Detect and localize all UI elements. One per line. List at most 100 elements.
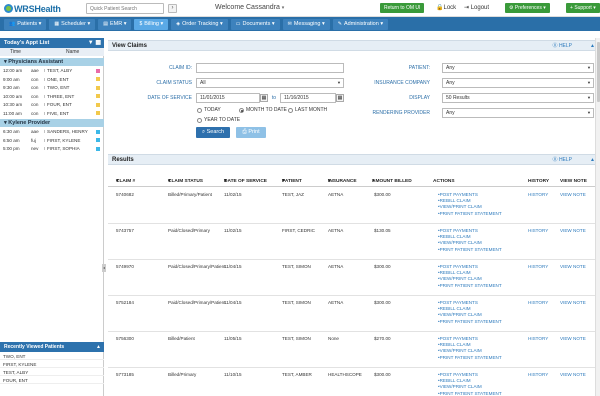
return-to-om-ui-button[interactable]: Return to OM UI: [380, 3, 425, 13]
claim-number[interactable]: 5752184: [116, 300, 134, 305]
appt-row[interactable]: 6:50 am fuj ⁝ FIRST, KYLENE: [0, 137, 104, 144]
calendar-icon[interactable]: ▦: [260, 94, 268, 102]
radio-today[interactable]: TODAY: [197, 107, 221, 113]
view-note-link[interactable]: VIEW NOTE: [560, 264, 586, 269]
action-link[interactable]: • PRINT PATIENT STATEMENT: [438, 211, 502, 217]
chevron-down-icon: ▾: [543, 5, 546, 11]
appt-type: aae: [31, 68, 39, 73]
claim-status: Paid/Closed/Primary/Patient: [168, 300, 226, 305]
search-button[interactable]: ⌕ Search: [196, 127, 230, 138]
app-logo[interactable]: WRSHealth: [4, 2, 61, 15]
claim-number[interactable]: 5743757: [116, 228, 134, 233]
recent-patient-item[interactable]: FIRST, KYLENE: [0, 361, 104, 368]
action-link[interactable]: • PRINT PATIENT STATEMENT: [438, 391, 502, 396]
support-button[interactable]: + Support ▾: [566, 3, 600, 13]
appt-patient-name[interactable]: ONE, ENT: [47, 76, 69, 83]
page-scrollbar[interactable]: [595, 38, 600, 396]
help-link[interactable]: ⓪ HELP: [553, 41, 572, 51]
nav-emr[interactable]: ▤ EMR ▾: [98, 18, 132, 30]
appt-time: 6:50 am: [3, 137, 20, 143]
logo-text: WRSHealth: [14, 3, 61, 14]
quick-search-go-button[interactable]: ›: [168, 4, 177, 13]
logout-button[interactable]: ⇥ Logout: [464, 4, 489, 11]
calendar-icon[interactable]: ▦: [95, 40, 101, 46]
claim-number[interactable]: 5773185: [116, 372, 134, 377]
appt-patient-name[interactable]: FIVE, ENT: [47, 110, 69, 117]
history-link[interactable]: HISTORY: [528, 336, 548, 341]
view-note-link[interactable]: VIEW NOTE: [560, 336, 586, 341]
date-to-input[interactable]: 11/16/2015: [280, 93, 336, 103]
nav-patients[interactable]: 👥 Patients ▾: [4, 18, 47, 30]
date-from-input[interactable]: 11/01/2015: [196, 93, 260, 103]
view-note-link[interactable]: VIEW NOTE: [560, 228, 586, 233]
view-note-link[interactable]: VIEW NOTE: [560, 372, 586, 377]
action-link[interactable]: • PRINT PATIENT STATEMENT: [438, 247, 502, 253]
provider-header[interactable]: ▾ Physicians Assistant: [0, 58, 104, 66]
appt-patient-name[interactable]: FIRST, SOPHIA: [47, 145, 80, 152]
claim-number[interactable]: 5749970: [116, 264, 134, 269]
sidebar-toggle-icon[interactable]: ◂: [102, 264, 106, 272]
provider-header[interactable]: ▾ Kylene Provider: [0, 119, 104, 127]
nav-scheduler[interactable]: ▦ Scheduler ▾: [49, 18, 96, 30]
appt-row[interactable]: 9:00 am con ⁝ ONE, ENT: [0, 76, 104, 83]
appt-patient-name[interactable]: TEST, ALBY: [47, 67, 72, 74]
history-link[interactable]: HISTORY: [528, 372, 548, 377]
insurance-company-select[interactable]: Any ▼: [442, 78, 594, 88]
appt-row[interactable]: 6:30 am aae ⁝ SANDERS, HENRY: [0, 128, 104, 135]
lock-button[interactable]: 🔒Lock: [436, 4, 456, 11]
appt-patient-name[interactable]: SANDERS, HENRY: [47, 128, 88, 135]
appt-row[interactable]: 10:00 am con ⁝ THREE, ENT: [0, 93, 104, 100]
recent-patient-item[interactable]: FOUR, ENT: [0, 377, 104, 384]
action-link[interactable]: • PRINT PATIENT STATEMENT: [438, 355, 502, 361]
quick-patient-search-input[interactable]: [86, 3, 164, 14]
nav-order-tracking[interactable]: ◈ Order Tracking ▾: [171, 18, 228, 30]
amount-billed: $130.05: [374, 228, 391, 233]
nav-administration[interactable]: ✎ Administration ▾: [332, 18, 389, 30]
patient-select[interactable]: Any ▼: [442, 63, 594, 73]
history-link[interactable]: HISTORY: [528, 192, 548, 197]
claim-status-select[interactable]: All ▼: [196, 78, 344, 88]
view-note-link[interactable]: VIEW NOTE: [560, 300, 586, 305]
appt-row[interactable]: 12:00 am aae ⁝ TEST, ALBY: [0, 67, 104, 74]
calendar-icon[interactable]: ▦: [336, 94, 344, 102]
appt-patient-name[interactable]: FIRST, KYLENE: [47, 137, 80, 144]
nav-billing[interactable]: $ Billing ▾: [134, 18, 169, 30]
gear-icon: ⚙: [509, 5, 514, 11]
welcome-text: Welcome Cassandra: [215, 4, 280, 11]
recent-patient-item[interactable]: TEST, ALBY: [0, 369, 104, 376]
filter-icon[interactable]: ▼: [88, 40, 94, 46]
radio-month-to-date[interactable]: MONTH TO DATE: [239, 107, 287, 113]
welcome-user-menu[interactable]: Welcome Cassandra ▾: [215, 4, 284, 11]
print-button[interactable]: ⎙ Print: [236, 127, 266, 138]
history-link[interactable]: HISTORY: [528, 228, 548, 233]
nav-messaging[interactable]: ✉ Messaging ▾: [282, 18, 330, 30]
nav-documents[interactable]: ▭ Documents ▾: [230, 18, 280, 30]
appt-patient-name[interactable]: FOUR, ENT: [47, 101, 72, 108]
view-note-link[interactable]: VIEW NOTE: [560, 192, 586, 197]
radio-year-to-date[interactable]: YEAR TO DATE: [197, 117, 240, 123]
actions-list: • POST PAYMENTS • REBILL CLAIM • VIEW/PRIN…: [438, 372, 502, 396]
appt-row[interactable]: 5:00 pm nev ⁝ FIRST, SOPHIA: [0, 145, 104, 152]
help-link[interactable]: ⓪ HELP: [553, 155, 572, 165]
claim-id-input[interactable]: [196, 63, 344, 73]
action-link[interactable]: • PRINT PATIENT STATEMENT: [438, 319, 502, 325]
appt-patient-name[interactable]: TWO, ENT: [47, 84, 69, 91]
rendering-provider-select[interactable]: Any ▼: [442, 108, 594, 118]
date-of-service: 11/04/15: [224, 264, 242, 269]
chevron-up-icon[interactable]: ▲: [96, 342, 101, 352]
claim-number[interactable]: 5740682: [116, 192, 134, 197]
envelope-icon: ✉: [287, 20, 292, 27]
history-link[interactable]: HISTORY: [528, 300, 548, 305]
chevron-down-icon: ▼: [587, 110, 591, 115]
history-link[interactable]: HISTORY: [528, 264, 548, 269]
claim-number[interactable]: 5756300: [116, 336, 134, 341]
preferences-button[interactable]: ⚙ Preferences ▾: [505, 3, 550, 13]
appt-patient-name[interactable]: THREE, ENT: [47, 93, 74, 100]
radio-last-month[interactable]: LAST MONTH: [288, 107, 327, 113]
appt-row[interactable]: 11:00 am con ⁝ FIVE, ENT: [0, 110, 104, 117]
action-link[interactable]: • PRINT PATIENT STATEMENT: [438, 283, 502, 289]
display-select[interactable]: 50 Results ▼: [442, 93, 594, 103]
appt-row[interactable]: 9:30 am con ⁝ TWO, ENT: [0, 84, 104, 91]
recent-patient-item[interactable]: TWO, ENT: [0, 353, 104, 360]
appt-row[interactable]: 10:30 am con ⁝ FOUR, ENT: [0, 101, 104, 108]
